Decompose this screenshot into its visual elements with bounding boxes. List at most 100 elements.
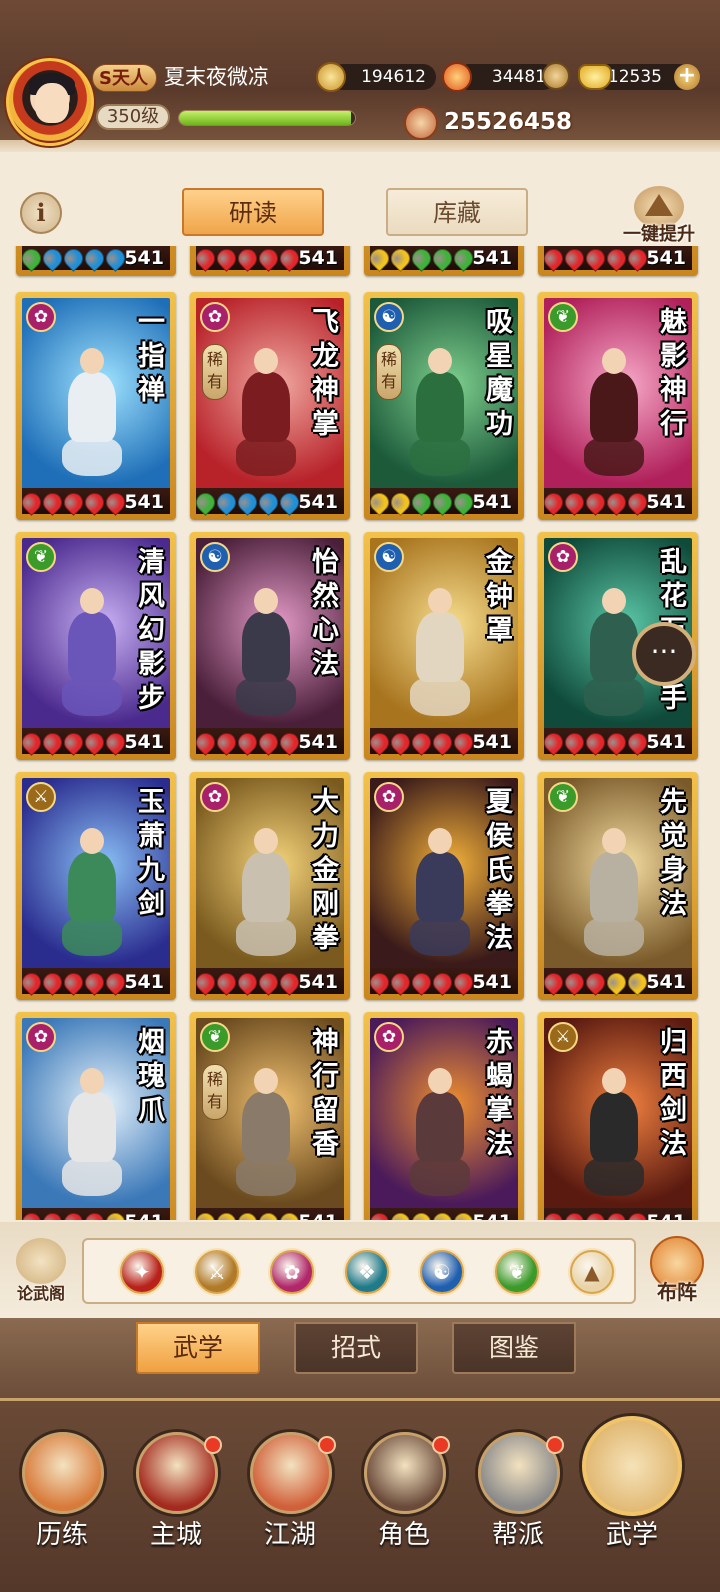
blade-gold-icon[interactable]: ⚔: [195, 1250, 239, 1294]
info-button[interactable]: i: [20, 192, 62, 234]
upgrade-all-button[interactable]: 一键提升: [620, 186, 698, 246]
martial-card[interactable]: ⚔ 归西剑法 541: [538, 1012, 698, 1220]
vip-rank-badge: S天人: [92, 64, 157, 92]
martial-card[interactable]: ✿ 大力金刚拳 541: [190, 772, 350, 1000]
tab-research[interactable]: 研读: [182, 188, 324, 236]
star-gem-icon: [603, 488, 630, 516]
figure-body: [242, 612, 290, 682]
subtab-codex[interactable]: 图鉴: [452, 1322, 576, 1374]
notification-dot: [432, 1436, 450, 1454]
card-title: 先觉身法: [660, 787, 687, 920]
nav-item[interactable]: 角色: [354, 1432, 454, 1582]
martial-card[interactable]: ✿ 赤蝎掌法 541: [364, 1012, 524, 1220]
martial-card[interactable]: ❦ 魅影神行 541: [538, 292, 698, 520]
exchange-icon[interactable]: [542, 62, 570, 90]
star-rating: [192, 968, 303, 996]
leaf-icon[interactable]: ❦: [495, 1250, 539, 1294]
card-title: 夏侯氏拳法: [486, 787, 513, 954]
martial-card-partial[interactable]: 541: [16, 246, 176, 276]
star-gem-icon: [429, 728, 456, 756]
martial-card[interactable]: ❦ 稀有 神行留香 541: [190, 1012, 350, 1220]
star-gem-icon: [387, 488, 414, 516]
martial-card-partial[interactable]: 541: [538, 246, 698, 276]
add-gold-button[interactable]: +: [674, 64, 700, 90]
martial-card[interactable]: ⚔ 玉萧九剑 541: [16, 772, 176, 1000]
nav-item[interactable]: 历练: [12, 1432, 112, 1582]
nav-item[interactable]: 主城: [126, 1432, 226, 1582]
figure-body: [242, 1092, 290, 1162]
tab-storage[interactable]: 库藏: [386, 188, 528, 236]
topbar-divider: [0, 140, 720, 152]
star-gem-icon: [192, 728, 219, 756]
star-gem-icon: [540, 1208, 567, 1220]
martial-card[interactable]: ✿ 一指禅 541: [16, 292, 176, 520]
star-gem-icon: [234, 968, 261, 996]
martial-card[interactable]: ❦ 清风幻影步 541: [16, 532, 176, 760]
card-value: 541: [472, 1211, 512, 1220]
card-title: 金钟罩: [486, 547, 513, 646]
figure-body: [68, 1092, 116, 1162]
martial-card[interactable]: ✿ 稀有 飞龙神掌 541: [190, 292, 350, 520]
coin-icon: [316, 62, 346, 92]
star-rating: [192, 1208, 303, 1220]
subtab-moves[interactable]: 招式: [294, 1322, 418, 1374]
triangle-icon[interactable]: ▲: [570, 1250, 614, 1294]
chat-bubble-button[interactable]: ···: [632, 622, 696, 686]
lunwu-pavilion-button[interactable]: 论武阁: [8, 1238, 74, 1308]
nav-item[interactable]: 江湖: [240, 1432, 340, 1582]
figure-head: [254, 1068, 278, 1094]
star-gem-icon: [408, 968, 435, 996]
martial-card[interactable]: ❦ 先觉身法 541: [538, 772, 698, 1000]
martial-card[interactable]: ✿ 烟瑰爪 541: [16, 1012, 176, 1220]
player-level: 350级: [96, 104, 170, 130]
card-value: 541: [298, 971, 338, 993]
card-value: 541: [646, 1211, 686, 1220]
nav-item[interactable]: 帮派: [468, 1432, 568, 1582]
star-gem-icon: [39, 246, 66, 272]
star-gem-icon: [213, 246, 240, 272]
star-gem-icon: [366, 728, 393, 756]
star-gem-icon: [213, 968, 240, 996]
figure-body: [590, 1092, 638, 1162]
star-rating: [366, 728, 477, 756]
card-value: 541: [124, 731, 164, 753]
formation-button[interactable]: 布阵: [646, 1236, 708, 1306]
figure-legs: [410, 676, 470, 716]
blade-red-icon[interactable]: ✦: [120, 1250, 164, 1294]
star-gem-icon: [582, 1208, 609, 1220]
lotus-icon[interactable]: ✿: [270, 1250, 314, 1294]
card-value: 541: [298, 491, 338, 513]
martial-card[interactable]: ☯ 怡然心法 541: [190, 532, 350, 760]
lotus-school-icon: ✿: [26, 302, 56, 332]
character-figure: [226, 1068, 306, 1198]
martial-card[interactable]: ☯ 稀有 吸星魔功 541: [364, 292, 524, 520]
nav-label: 江湖: [263, 1520, 316, 1550]
card-value: 541: [298, 731, 338, 753]
star-gem-icon: [561, 728, 588, 756]
star-rating: [18, 728, 129, 756]
nav-item[interactable]: 武学: [582, 1416, 682, 1582]
figure-legs: [410, 436, 470, 476]
martial-card[interactable]: ☯ 金钟罩 541: [364, 532, 524, 760]
leaf-school-icon: ❦: [548, 782, 578, 812]
lotus-school-icon: ✿: [374, 782, 404, 812]
star-gem-icon: [603, 1208, 630, 1220]
card-value: 541: [646, 491, 686, 513]
star-gem-icon: [366, 488, 393, 516]
star-gem-icon: [60, 728, 87, 756]
martial-card[interactable]: ✿ 夏侯氏拳法 541: [364, 772, 524, 1000]
subtab-martial[interactable]: 武学: [136, 1322, 260, 1374]
martial-card-partial[interactable]: 541: [364, 246, 524, 276]
martial-card-partial[interactable]: 541: [190, 246, 350, 276]
figure-body: [590, 852, 638, 922]
card-value: 541: [472, 491, 512, 513]
card-value: 541: [472, 731, 512, 753]
taiji-icon[interactable]: ☯: [420, 1250, 464, 1294]
fan-icon[interactable]: ❖: [345, 1250, 389, 1294]
star-gem-icon: [582, 488, 609, 516]
figure-head: [254, 348, 278, 374]
star-gem-icon: [60, 488, 87, 516]
star-gem-icon: [234, 488, 261, 516]
player-avatar[interactable]: [6, 58, 94, 146]
card-title: 魅影神行: [660, 307, 687, 440]
